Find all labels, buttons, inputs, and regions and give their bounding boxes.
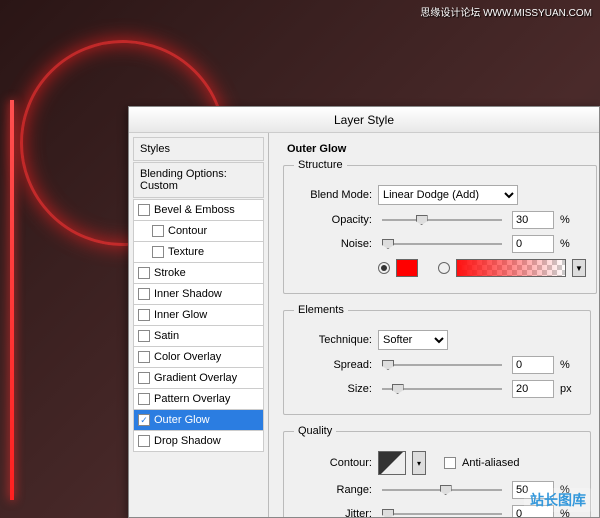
technique-label: Technique: (294, 334, 372, 346)
size-input[interactable]: 20 (512, 380, 554, 398)
watermark-bottom: 站长图库 (524, 488, 592, 512)
sidebar-item-pattern-overlay[interactable]: Pattern Overlay (133, 389, 264, 410)
size-slider[interactable] (382, 382, 502, 396)
sidebar-item-label: Stroke (154, 267, 186, 279)
sidebar-item-label: Drop Shadow (154, 435, 221, 447)
spread-label: Spread: (294, 359, 372, 371)
contour-label: Contour: (294, 457, 372, 469)
spread-input[interactable]: 0 (512, 356, 554, 374)
color-radio[interactable] (378, 262, 390, 274)
dialog-title: Layer Style (129, 107, 599, 133)
noise-slider[interactable] (382, 237, 502, 251)
contour-dropdown-icon[interactable]: ▾ (412, 451, 426, 475)
checkbox[interactable]: ✓ (138, 414, 150, 426)
checkbox[interactable] (138, 204, 150, 216)
spread-unit: % (560, 359, 578, 371)
sidebar-blending-header[interactable]: Blending Options: Custom (133, 162, 264, 198)
range-slider[interactable] (382, 483, 502, 497)
contour-picker[interactable] (378, 451, 406, 475)
gradient-radio[interactable] (438, 262, 450, 274)
checkbox[interactable] (138, 435, 150, 447)
spread-slider[interactable] (382, 358, 502, 372)
structure-group: Structure Blend Mode: Linear Dodge (Add)… (283, 159, 597, 294)
sidebar-item-drop-shadow[interactable]: Drop Shadow (133, 431, 264, 452)
sidebar-item-outer-glow[interactable]: ✓ Outer Glow (133, 410, 264, 431)
blend-mode-select[interactable]: Linear Dodge (Add) (378, 185, 518, 205)
checkbox[interactable] (138, 330, 150, 342)
sidebar-item-contour[interactable]: Contour (133, 221, 264, 242)
watermark-top: 思缘设计论坛 WWW.MISSYUAN.COM (420, 4, 592, 19)
gradient-dropdown-icon[interactable]: ▼ (572, 259, 586, 277)
size-unit: px (560, 383, 578, 395)
outer-glow-panel: Outer Glow Structure Blend Mode: Linear … (269, 133, 599, 517)
sidebar-item-gradient-overlay[interactable]: Gradient Overlay (133, 368, 264, 389)
sidebar-item-label: Texture (168, 246, 204, 258)
sidebar-item-label: Gradient Overlay (154, 372, 237, 384)
sidebar-item-inner-glow[interactable]: Inner Glow (133, 305, 264, 326)
sidebar-item-label: Contour (168, 225, 207, 237)
sidebar-item-label: Bevel & Emboss (154, 204, 235, 216)
opacity-unit: % (560, 214, 578, 226)
checkbox[interactable] (138, 351, 150, 363)
checkbox[interactable] (152, 246, 164, 258)
sidebar-styles-header[interactable]: Styles (133, 137, 264, 161)
sidebar-item-label: Color Overlay (154, 351, 221, 363)
jitter-slider[interactable] (382, 507, 502, 517)
sidebar-item-label: Inner Shadow (154, 288, 222, 300)
size-label: Size: (294, 383, 372, 395)
noise-unit: % (560, 238, 578, 250)
opacity-slider[interactable] (382, 213, 502, 227)
technique-select[interactable]: Softer (378, 330, 448, 350)
elements-legend: Elements (294, 304, 348, 316)
opacity-label: Opacity: (294, 214, 372, 226)
checkbox[interactable] (138, 267, 150, 279)
checkbox[interactable] (138, 309, 150, 321)
sidebar-item-satin[interactable]: Satin (133, 326, 264, 347)
checkbox[interactable] (138, 393, 150, 405)
sidebar-item-label: Pattern Overlay (154, 393, 230, 405)
jitter-label: Jitter: (294, 508, 372, 517)
blend-mode-label: Blend Mode: (294, 189, 372, 201)
antialiased-checkbox[interactable] (444, 457, 456, 469)
opacity-input[interactable]: 30 (512, 211, 554, 229)
sidebar-item-inner-shadow[interactable]: Inner Shadow (133, 284, 264, 305)
sidebar-item-color-overlay[interactable]: Color Overlay (133, 347, 264, 368)
sidebar-item-label: Satin (154, 330, 179, 342)
sidebar-item-bevel-emboss[interactable]: Bevel & Emboss (133, 199, 264, 221)
quality-legend: Quality (294, 425, 336, 437)
sidebar-item-label: Inner Glow (154, 309, 207, 321)
checkbox[interactable] (138, 372, 150, 384)
sidebar-item-texture[interactable]: Texture (133, 242, 264, 263)
checkbox[interactable] (138, 288, 150, 300)
gradient-preview[interactable] (456, 259, 566, 277)
noise-label: Noise: (294, 238, 372, 250)
styles-sidebar: Styles Blending Options: Custom Bevel & … (129, 133, 269, 517)
range-label: Range: (294, 484, 372, 496)
sidebar-item-stroke[interactable]: Stroke (133, 263, 264, 284)
checkbox[interactable] (152, 225, 164, 237)
layer-style-dialog: Layer Style Styles Blending Options: Cus… (128, 106, 600, 518)
structure-legend: Structure (294, 159, 347, 171)
antialiased-label: Anti-aliased (462, 457, 519, 469)
elements-group: Elements Technique: Softer Spread: 0 % S… (283, 304, 591, 415)
sidebar-item-label: Outer Glow (154, 414, 210, 426)
glow-color-swatch[interactable] (396, 259, 418, 277)
panel-title: Outer Glow (287, 143, 591, 155)
noise-input[interactable]: 0 (512, 235, 554, 253)
